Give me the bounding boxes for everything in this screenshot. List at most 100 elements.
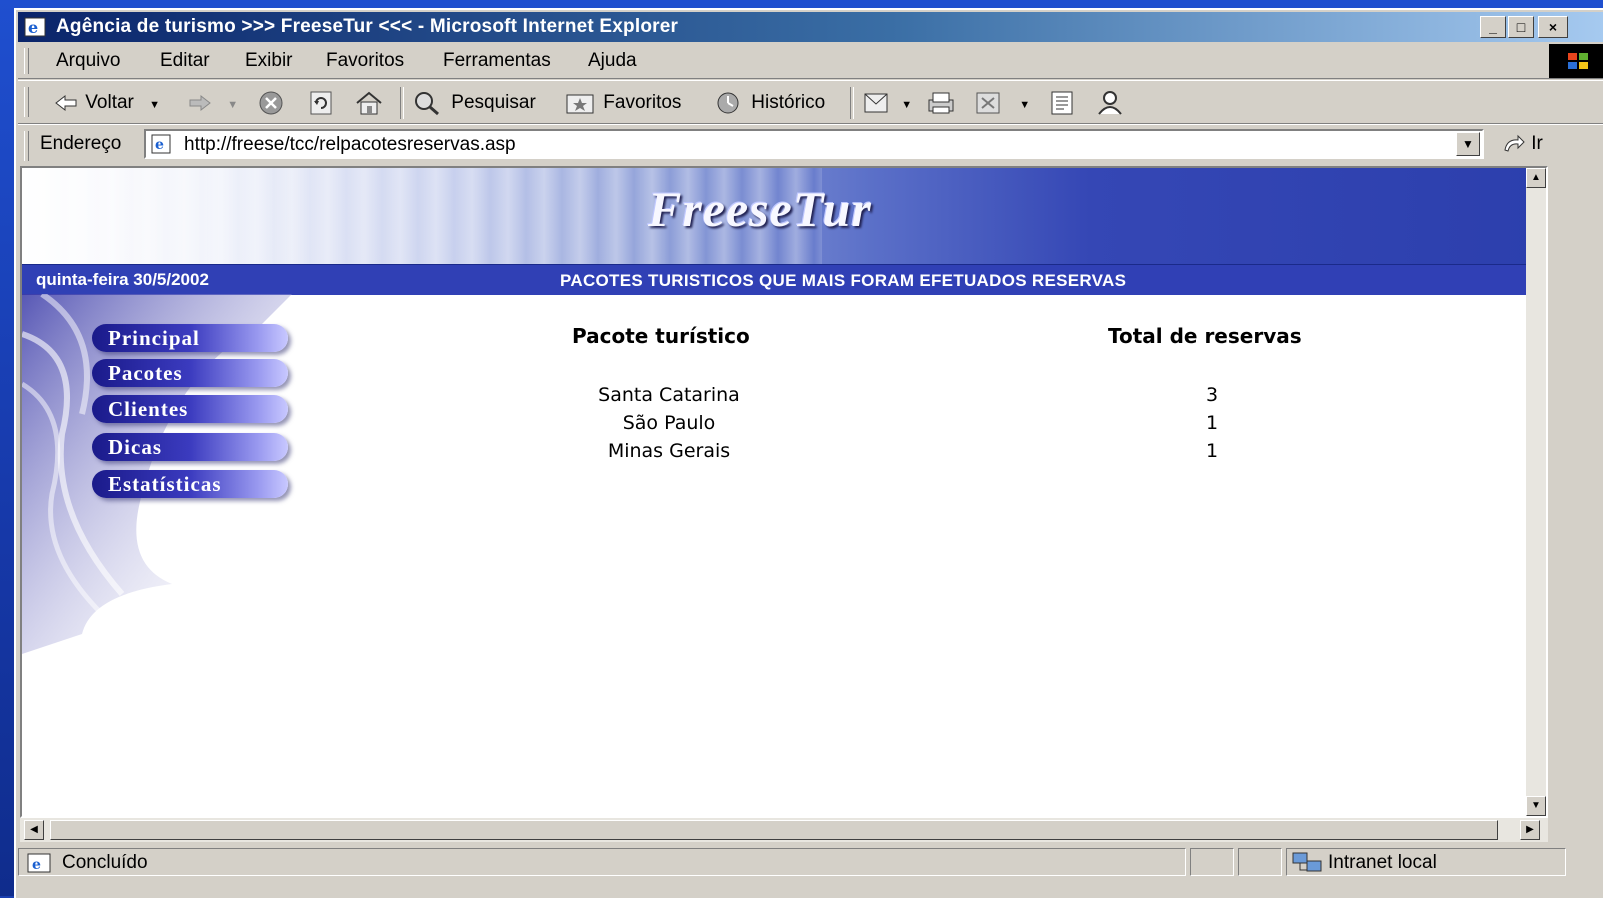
maximize-button[interactable]: □: [1508, 16, 1534, 38]
scroll-right-button[interactable]: ▶: [1520, 820, 1540, 840]
title-bar: e Agência de turismo >>> FreeseTur <<< -…: [18, 12, 1603, 42]
stop-icon: [259, 91, 283, 115]
go-label: Ir: [1531, 133, 1543, 154]
forward-button[interactable]: ▼: [186, 89, 238, 117]
address-label: Endereço: [40, 133, 122, 154]
menu-ajuda[interactable]: Ajuda: [588, 50, 637, 72]
windows-flag-icon: [1568, 53, 1588, 69]
nav-pacotes[interactable]: Pacotes: [92, 359, 288, 387]
vertical-scrollbar[interactable]: ▲ ▼: [1526, 168, 1546, 816]
horizontal-scroll-thumb[interactable]: [50, 820, 1498, 840]
back-label: Voltar: [85, 92, 134, 113]
reservation-total: 1: [1205, 412, 1219, 434]
refresh-button[interactable]: [308, 89, 334, 117]
report-title: PACOTES TURISTICOS QUE MAIS FORAM EFETUA…: [560, 271, 1127, 290]
header-total: Total de reservas: [1108, 324, 1302, 348]
search-icon: [415, 91, 439, 116]
internet-explorer-icon: e: [24, 17, 46, 37]
back-button[interactable]: Voltar ▼: [54, 89, 160, 117]
toolbar-separator: [850, 87, 854, 119]
nav-clientes[interactable]: Clientes: [92, 395, 288, 423]
history-button[interactable]: Histórico: [712, 89, 825, 117]
reservation-total: 1: [1205, 440, 1219, 462]
mail-dropdown-icon[interactable]: ▼: [901, 99, 912, 111]
reservation-total: 3: [1205, 384, 1219, 406]
header-package: Pacote turístico: [572, 324, 750, 348]
current-date: quinta-feira 30/5/2002: [36, 270, 209, 289]
menu-bar: Arquivo Editar Exibir Favoritos Ferramen…: [18, 44, 1603, 79]
favorites-button[interactable]: Favoritos: [564, 89, 681, 117]
menu-bar-grip: [24, 48, 29, 74]
site-banner: FreeseTur: [22, 168, 1546, 264]
home-icon: [356, 91, 382, 115]
mail-icon: [864, 93, 888, 113]
nav-principal[interactable]: Principal: [92, 324, 288, 352]
window-title: Agência de turismo >>> FreeseTur <<< - M…: [56, 16, 679, 37]
status-pane-main: [18, 848, 1186, 876]
forward-dropdown-icon[interactable]: ▼: [227, 99, 238, 111]
refresh-icon: [310, 91, 332, 115]
page-done-icon: e: [27, 853, 51, 873]
favorites-label: Favoritos: [603, 92, 682, 113]
address-url[interactable]: http://freese/tcc/relpacotesreservas.asp: [184, 134, 516, 156]
nav-dicas[interactable]: Dicas: [92, 433, 288, 461]
discuss-button[interactable]: [1048, 89, 1078, 117]
svg-text:e: e: [28, 18, 38, 37]
svg-text:e: e: [32, 857, 41, 873]
scroll-left-button[interactable]: ◀: [24, 820, 44, 840]
address-bar-grip: [24, 131, 29, 161]
site-logo: FreeseTur: [648, 181, 872, 237]
scroll-down-button[interactable]: ▼: [1526, 796, 1546, 816]
edit-dropdown-icon[interactable]: ▼: [1019, 99, 1030, 111]
package-name: Santa Catarina: [598, 384, 740, 406]
svg-text:e: e: [155, 137, 164, 153]
back-arrow-icon: [55, 94, 77, 112]
edit-button[interactable]: ▼: [974, 89, 1030, 117]
menu-favoritos[interactable]: Favoritos: [326, 50, 404, 72]
site-header-bar: quinta-feira 30/5/2002 PACOTES TURISTICO…: [22, 264, 1546, 295]
home-button[interactable]: [354, 89, 384, 117]
menu-ferramentas[interactable]: Ferramentas: [443, 50, 551, 72]
forward-arrow-icon: [189, 94, 211, 112]
favorites-icon: [566, 94, 594, 114]
mail-button[interactable]: ▼: [862, 89, 912, 117]
menu-exibir[interactable]: Exibir: [245, 50, 293, 72]
discuss-icon: [1051, 91, 1073, 115]
package-name: Minas Gerais: [607, 440, 731, 462]
print-icon: [928, 92, 954, 114]
minimize-button[interactable]: _: [1480, 16, 1506, 38]
page-viewport: FreeseTur quinta-feira 30/5/2002 PACOTES…: [20, 166, 1548, 818]
standard-toolbar: Voltar ▼ ▼ Pesquisar Favoritos Histórico: [18, 80, 1603, 124]
search-label: Pesquisar: [451, 92, 536, 113]
status-text: Concluído: [62, 852, 148, 873]
address-dropdown-button[interactable]: ▼: [1456, 132, 1480, 156]
edit-icon: [976, 92, 1000, 114]
nav-estatisticas[interactable]: Estatísticas: [92, 470, 288, 498]
menu-arquivo[interactable]: Arquivo: [56, 50, 120, 72]
print-button[interactable]: [924, 89, 958, 117]
page-icon: e: [151, 134, 171, 154]
messenger-icon: [1098, 90, 1122, 115]
address-bar: Endereço e http://freese/tcc/relpacotesr…: [18, 124, 1603, 165]
scroll-up-button[interactable]: ▲: [1526, 168, 1546, 188]
toolbar-grip: [24, 87, 29, 117]
history-icon: [717, 92, 739, 114]
status-bar: e Concluído Intranet local: [18, 848, 1603, 878]
browser-window: e Agência de turismo >>> FreeseTur <<< -…: [14, 8, 1603, 898]
intranet-icon: [1292, 852, 1322, 872]
back-dropdown-icon[interactable]: ▼: [149, 99, 160, 111]
package-name: São Paulo: [622, 412, 716, 434]
go-button[interactable]: Ir: [1502, 133, 1543, 155]
stop-button[interactable]: [256, 89, 286, 117]
history-label: Histórico: [751, 92, 826, 113]
address-field[interactable]: e http://freese/tcc/relpacotesreservas.a…: [144, 129, 1484, 159]
menu-editar[interactable]: Editar: [160, 50, 210, 72]
security-zone: Intranet local: [1328, 852, 1437, 873]
toolbar-separator: [400, 87, 404, 119]
horizontal-scrollbar[interactable]: ◀ ▶: [20, 818, 1548, 842]
search-button[interactable]: Pesquisar: [412, 89, 536, 117]
go-arrow-icon: [1504, 134, 1525, 152]
status-pane: [1238, 848, 1282, 876]
messenger-button[interactable]: [1094, 89, 1128, 117]
close-button[interactable]: ×: [1538, 16, 1568, 38]
